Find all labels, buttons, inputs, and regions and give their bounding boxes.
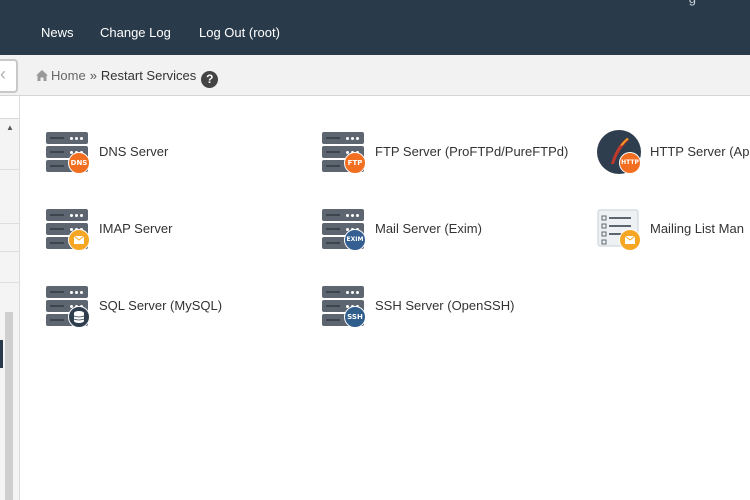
scroll-up-arrow-icon[interactable]: ▲: [6, 123, 14, 132]
nav-news-link[interactable]: News: [41, 25, 74, 41]
service-mailing-list-manager[interactable]: Mailing List Man: [597, 207, 750, 251]
server-icon: [46, 207, 90, 251]
sidebar-scrollbar[interactable]: [5, 312, 13, 500]
dns-badge-icon: DNS: [68, 152, 90, 174]
server-icon: DNS: [46, 130, 90, 174]
service-imap-server[interactable]: IMAP Server: [46, 207, 276, 251]
breadcrumb-bar: ‹ Home» Restart Services?: [0, 55, 750, 96]
service-ssh-server[interactable]: SSH SSH Server (OpenSSH): [322, 284, 572, 328]
sidebar-divider: [0, 251, 19, 252]
server-icon: SSH: [322, 284, 366, 328]
sidebar-active-marker: [0, 340, 3, 368]
service-label: HTTP Server (Ap: [650, 144, 750, 159]
nav-logout-link[interactable]: Log Out (root): [199, 25, 280, 41]
nav-changelog-link[interactable]: Change Log: [100, 25, 171, 41]
sidebar-collapse-button[interactable]: ‹: [0, 59, 18, 93]
service-dns-server[interactable]: DNS DNS Server: [46, 130, 276, 174]
service-label: SQL Server (MySQL): [99, 298, 223, 313]
service-sql-server[interactable]: SQL Server (MySQL): [46, 284, 276, 328]
ssh-badge-icon: SSH: [344, 306, 366, 328]
service-http-server[interactable]: HTTP HTTP Server (Ap: [597, 130, 750, 174]
ftp-badge-icon: FTP: [344, 152, 366, 174]
server-icon: FTP: [322, 130, 366, 174]
home-icon: [36, 70, 48, 81]
breadcrumb-home-label: Home: [51, 68, 86, 83]
sidebar-header: [0, 96, 19, 119]
service-label: IMAP Server: [99, 221, 173, 236]
sidebar-divider: [0, 169, 19, 170]
breadcrumb-separator: »: [89, 68, 97, 83]
breadcrumb: Home» Restart Services?: [36, 68, 219, 88]
breadcrumb-home-link[interactable]: Home: [36, 68, 86, 83]
mail-envelope-badge-icon: [619, 229, 641, 251]
service-ftp-server[interactable]: FTP FTP Server (ProFTPd/PureFTPd): [322, 130, 572, 174]
sidebar-divider: [0, 282, 19, 283]
service-label: FTP Server (ProFTPd/PureFTPd): [375, 144, 569, 159]
breadcrumb-current: Restart Services: [100, 68, 197, 83]
service-label: Mail Server (Exim): [375, 221, 482, 236]
http-badge-icon: HTTP: [619, 152, 641, 174]
service-label: DNS Server: [99, 144, 169, 159]
database-badge-icon: [68, 306, 90, 328]
help-icon[interactable]: ?: [201, 71, 219, 88]
server-icon: [46, 284, 90, 328]
top-navigation-bar: g News Change Log Log Out (root): [0, 0, 750, 55]
mailing-list-icon: [597, 207, 641, 251]
exim-badge-icon: EXIM: [344, 229, 366, 251]
service-label: SSH Server (OpenSSH): [375, 298, 515, 313]
top-right-partial-text: g: [689, 0, 696, 6]
service-label: Mailing List Man: [650, 221, 744, 236]
server-icon: EXIM: [322, 207, 366, 251]
apache-feather-icon: HTTP: [597, 130, 641, 174]
chevron-left-icon: ‹: [0, 64, 6, 84]
mail-envelope-badge-icon: [68, 229, 90, 251]
sidebar-divider: [0, 223, 19, 224]
service-mail-server[interactable]: EXIM Mail Server (Exim): [322, 207, 572, 251]
left-sidebar: ▲: [0, 96, 20, 500]
